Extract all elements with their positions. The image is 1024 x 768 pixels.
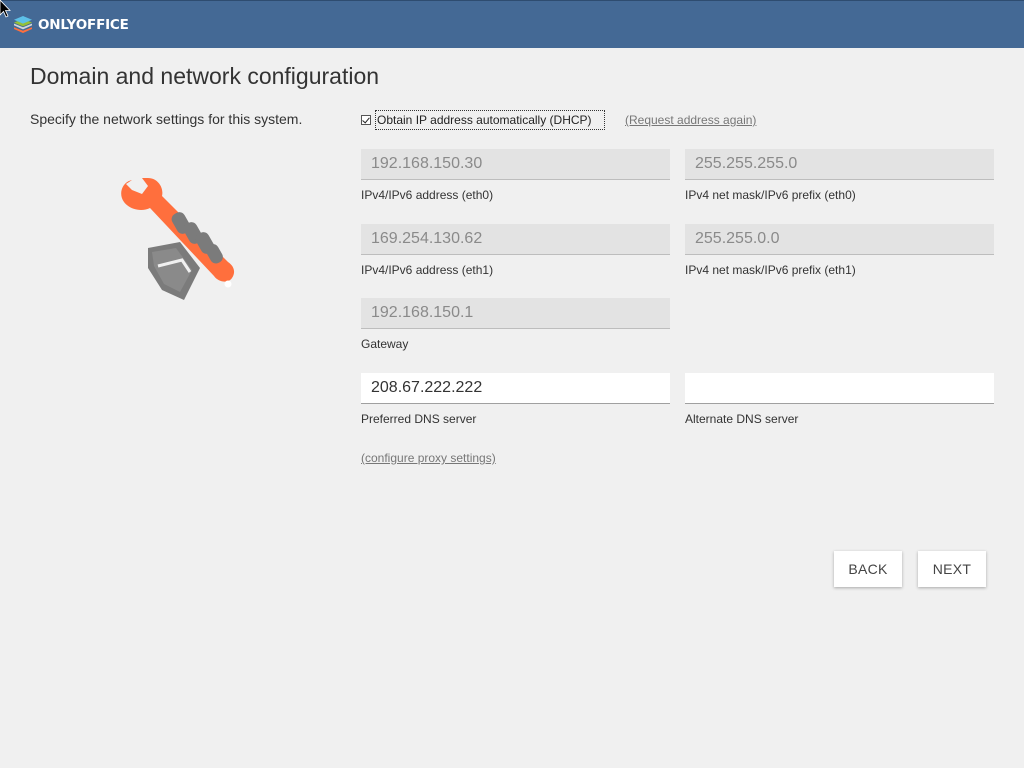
dhcp-option[interactable]: Obtain IP address automatically (DHCP) — [361, 110, 605, 130]
wrench-in-hand-icon — [121, 178, 235, 300]
configure-proxy-link[interactable]: (configure proxy settings) — [361, 451, 496, 465]
netmask-eth1-label: IPv4 net mask/IPv6 prefix (eth1) — [685, 263, 856, 277]
ipv4-eth1-field[interactable] — [361, 224, 670, 255]
ipv4-eth0-label: IPv4/IPv6 address (eth0) — [361, 188, 494, 202]
ipv4-eth0-field[interactable] — [361, 149, 670, 180]
top-bar: ONLYOFFICE — [0, 0, 1024, 48]
request-address-again-link[interactable]: (Request address again) — [625, 113, 756, 127]
netmask-eth1-field[interactable] — [685, 224, 994, 255]
netmask-eth0-label: IPv4 net mask/IPv6 prefix (eth0) — [685, 188, 856, 202]
netmask-eth0-field[interactable] — [685, 149, 994, 180]
dhcp-label[interactable]: Obtain IP address automatically (DHCP) — [375, 110, 605, 130]
onlyoffice-logo-icon — [14, 16, 32, 33]
ipv4-eth1-label: IPv4/IPv6 address (eth1) — [361, 263, 494, 277]
preferred-dns-label: Preferred DNS server — [361, 412, 477, 426]
alternate-dns-field[interactable] — [685, 373, 994, 404]
back-button[interactable]: BACK — [834, 551, 902, 587]
mouse-pointer-icon — [0, 0, 11, 18]
gateway-label: Gateway — [361, 337, 409, 351]
page-description: Specify the network settings for this sy… — [30, 111, 303, 127]
next-button[interactable]: NEXT — [918, 551, 986, 587]
preferred-dns-field[interactable] — [361, 373, 670, 404]
alternate-dns-label: Alternate DNS server — [685, 412, 799, 426]
page-title: Domain and network configuration — [30, 63, 380, 89]
dhcp-checkbox[interactable] — [361, 115, 371, 125]
gateway-field[interactable] — [361, 298, 670, 329]
brand-logo: ONLYOFFICE — [12, 14, 129, 36]
brand-name: ONLYOFFICE — [38, 17, 129, 33]
